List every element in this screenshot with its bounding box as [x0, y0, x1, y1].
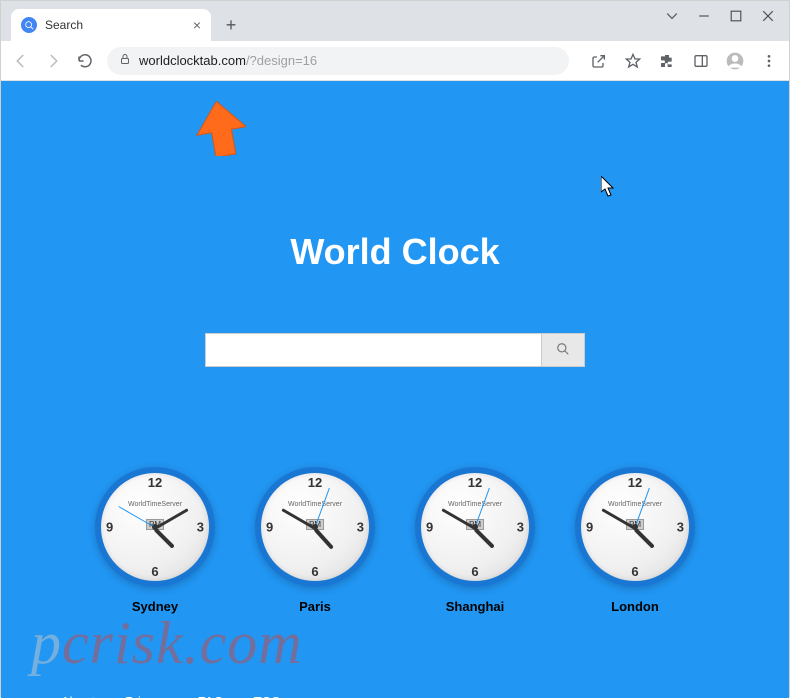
tab-title: Search	[45, 18, 83, 32]
new-tab-button[interactable]: +	[217, 11, 245, 39]
clock-center	[312, 524, 318, 530]
page-viewport[interactable]: World Clock 12369WorldTimeServerPMSydney…	[1, 81, 789, 698]
clock-face: 12369WorldTimeServerPM	[415, 467, 535, 587]
clock-brand: WorldTimeServer	[288, 501, 342, 508]
clock-number: 3	[197, 520, 204, 535]
window-controls	[651, 1, 789, 31]
clock-number: 3	[357, 520, 364, 535]
search-icon	[556, 342, 570, 359]
clock-number: 12	[468, 475, 482, 490]
forward-button[interactable]	[43, 51, 63, 71]
url-text: worldclocktab.com/?design=16	[139, 53, 317, 68]
star-icon[interactable]	[623, 51, 643, 71]
clock-brand: WorldTimeServer	[608, 501, 662, 508]
tab-close-icon[interactable]: ×	[193, 17, 201, 33]
clock-item: 12369WorldTimeServerPMShanghai	[415, 467, 535, 614]
minimize-button[interactable]	[697, 9, 711, 23]
clock-number: 6	[151, 564, 158, 579]
toolbar-right	[589, 51, 779, 71]
profile-icon[interactable]	[725, 51, 745, 71]
footer-tos[interactable]: TOS	[254, 694, 281, 698]
clock-face: 12369WorldTimeServerPM	[575, 467, 695, 587]
search-form	[205, 333, 585, 367]
reload-button[interactable]	[75, 51, 95, 71]
clock-center	[472, 524, 478, 530]
clock-number: 12	[628, 475, 642, 490]
close-button[interactable]	[761, 9, 775, 23]
search-button[interactable]	[541, 333, 585, 367]
clock-number: 6	[471, 564, 478, 579]
menu-icon[interactable]	[759, 51, 779, 71]
clock-city-label: Paris	[255, 599, 375, 614]
page-title: World Clock	[1, 231, 789, 273]
side-panel-icon[interactable]	[691, 51, 711, 71]
page-body: World Clock 12369WorldTimeServerPMSydney…	[1, 81, 789, 698]
share-icon[interactable]	[589, 51, 609, 71]
clock-number: 9	[106, 520, 113, 535]
chevron-down-icon[interactable]	[665, 9, 679, 23]
clock-item: 12369WorldTimeServerPMLondon	[575, 467, 695, 614]
maximize-button[interactable]	[729, 9, 743, 23]
footer-faq[interactable]: FAQ	[198, 694, 224, 698]
second-hand	[118, 506, 155, 528]
clock-number: 9	[266, 520, 273, 535]
lock-icon	[119, 53, 131, 68]
clock-number: 12	[148, 475, 162, 490]
clock-item: 12369WorldTimeServerPMSydney	[95, 467, 215, 614]
search-input[interactable]	[205, 333, 541, 367]
clock-item: 12369WorldTimeServerPMParis	[255, 467, 375, 614]
clock-city-label: Shanghai	[415, 599, 535, 614]
browser-tab[interactable]: Search ×	[11, 9, 211, 41]
hour-hand	[314, 528, 334, 550]
clock-brand: WorldTimeServer	[128, 501, 182, 508]
address-bar: worldclocktab.com/?design=16	[1, 41, 789, 81]
footer-privacy[interactable]: Privacy	[125, 694, 168, 698]
clock-brand: WorldTimeServer	[448, 501, 502, 508]
url-input[interactable]: worldclocktab.com/?design=16	[107, 47, 569, 75]
clock-number: 6	[311, 564, 318, 579]
clock-city-label: Sydney	[95, 599, 215, 614]
clock-number: 9	[586, 520, 593, 535]
clock-city-label: London	[575, 599, 695, 614]
footer-about[interactable]: About	[61, 694, 95, 698]
clock-number: 12	[308, 475, 322, 490]
hour-hand	[474, 528, 495, 549]
clock-number: 6	[631, 564, 638, 579]
hour-hand	[154, 528, 175, 549]
clock-center	[152, 524, 158, 530]
clock-face: 12369WorldTimeServerPM	[95, 467, 215, 587]
back-button[interactable]	[11, 51, 31, 71]
footer-links: About Privacy FAQ TOS	[1, 674, 789, 698]
clock-number: 9	[426, 520, 433, 535]
clock-center	[632, 524, 638, 530]
clock-number: 3	[517, 520, 524, 535]
extensions-icon[interactable]	[657, 51, 677, 71]
clock-number: 3	[677, 520, 684, 535]
tab-favicon	[21, 17, 37, 33]
clock-face: 12369WorldTimeServerPM	[255, 467, 375, 587]
hour-hand	[634, 528, 655, 549]
clocks-row: 12369WorldTimeServerPMSydney12369WorldTi…	[1, 467, 789, 614]
